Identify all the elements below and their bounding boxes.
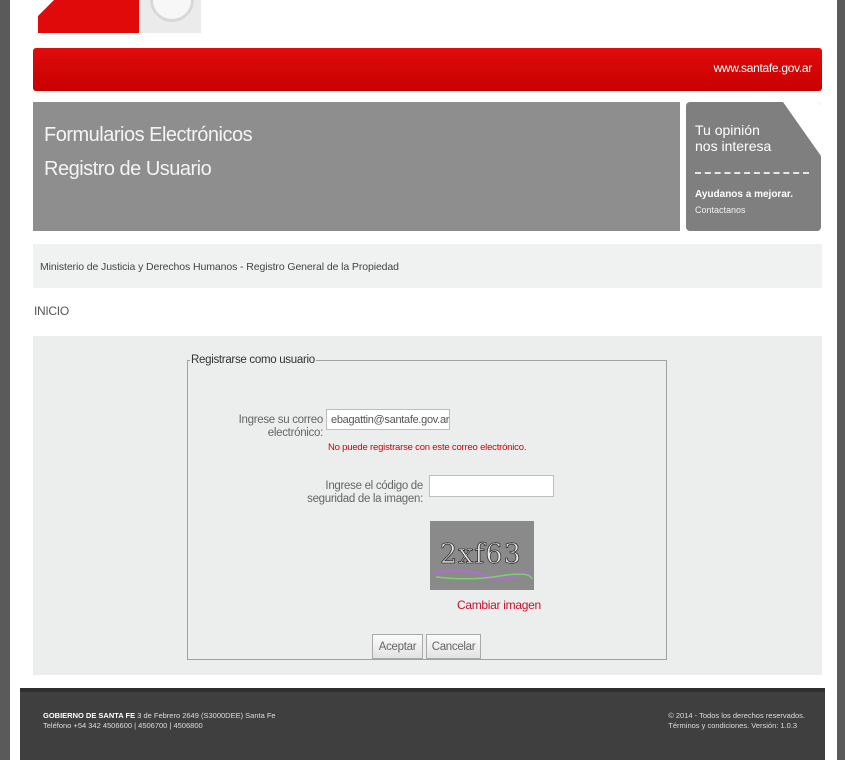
logo[interactable] (38, 0, 139, 33)
feedback-widget[interactable]: Tu opinión nos interesa Ayudanos a mejor… (686, 102, 821, 231)
registration-form: Registrarse como usuario Ingrese su corr… (187, 354, 667, 660)
footer-copyright: © 2014 - Todos los derechos reservados. (668, 711, 805, 720)
captcha-image: 2xf63 (430, 521, 534, 590)
ministry-bar: Ministerio de Justicia y Derechos Humano… (33, 244, 822, 288)
page-curl-icon (783, 102, 821, 156)
footer: GOBIERNO DE SANTA FE 3 de Febrero 2649 (… (20, 688, 825, 760)
footer-terms-link[interactable]: Términos y condiciones. Versión: 1.0.3 (668, 721, 797, 730)
footer-org: GOBIERNO DE SANTA FE (43, 711, 136, 720)
form-legend: Registrarse como usuario (191, 354, 315, 366)
footer-phone: Teléfono +54 342 4506600 | 4506700 | 450… (43, 721, 203, 730)
email-field[interactable]: ebagattin@santafe.gov.ar (326, 409, 450, 430)
feedback-divider (695, 172, 809, 174)
footer-legal: © 2014 - Todos los derechos reservados. … (668, 711, 805, 731)
feedback-title: Tu opinión (695, 122, 760, 138)
registration-section: Registrarse como usuario Ingrese su corr… (33, 336, 822, 675)
page-title-block: Formularios Electrónicos Registro de Usu… (33, 102, 680, 231)
ministry-name: Ministerio de Justicia y Derechos Humano… (40, 261, 399, 273)
page-title: Formularios Electrónicos (44, 124, 253, 146)
security-code-label: Ingrese el código de seguridad de la ima… (307, 480, 423, 505)
footer-address: 3 de Febrero 2649 (S3000DEE) Santa Fe (137, 711, 276, 720)
breadcrumb-home[interactable]: INICIO (34, 304, 69, 318)
email-label: Ingrese su correo electrónico: (238, 414, 324, 439)
left-frame-border (0, 0, 10, 760)
feedback-contact-link[interactable]: Contactanos (695, 205, 746, 215)
feedback-subtitle: nos interesa (695, 138, 772, 154)
header-banner: www.santafe.gov.ar (33, 48, 822, 91)
accept-button[interactable]: Aceptar (372, 634, 423, 659)
cancel-button[interactable]: Cancelar (426, 634, 481, 659)
site-url-link[interactable]: www.santafe.gov.ar (714, 61, 813, 75)
footer-divider (20, 688, 825, 692)
captcha-text: 2xf63 (440, 539, 522, 570)
footer-contact: GOBIERNO DE SANTA FE 3 de Febrero 2649 (… (43, 711, 276, 731)
change-image-link[interactable]: Cambiar imagen (457, 598, 541, 612)
security-code-field[interactable] (429, 475, 554, 497)
feedback-help-text: Ayudanos a mejorar. (695, 189, 793, 200)
email-error-message: No puede registrarse con este correo ele… (328, 442, 527, 453)
right-frame-border (837, 0, 845, 760)
page-subtitle: Registro de Usuario (44, 158, 212, 180)
